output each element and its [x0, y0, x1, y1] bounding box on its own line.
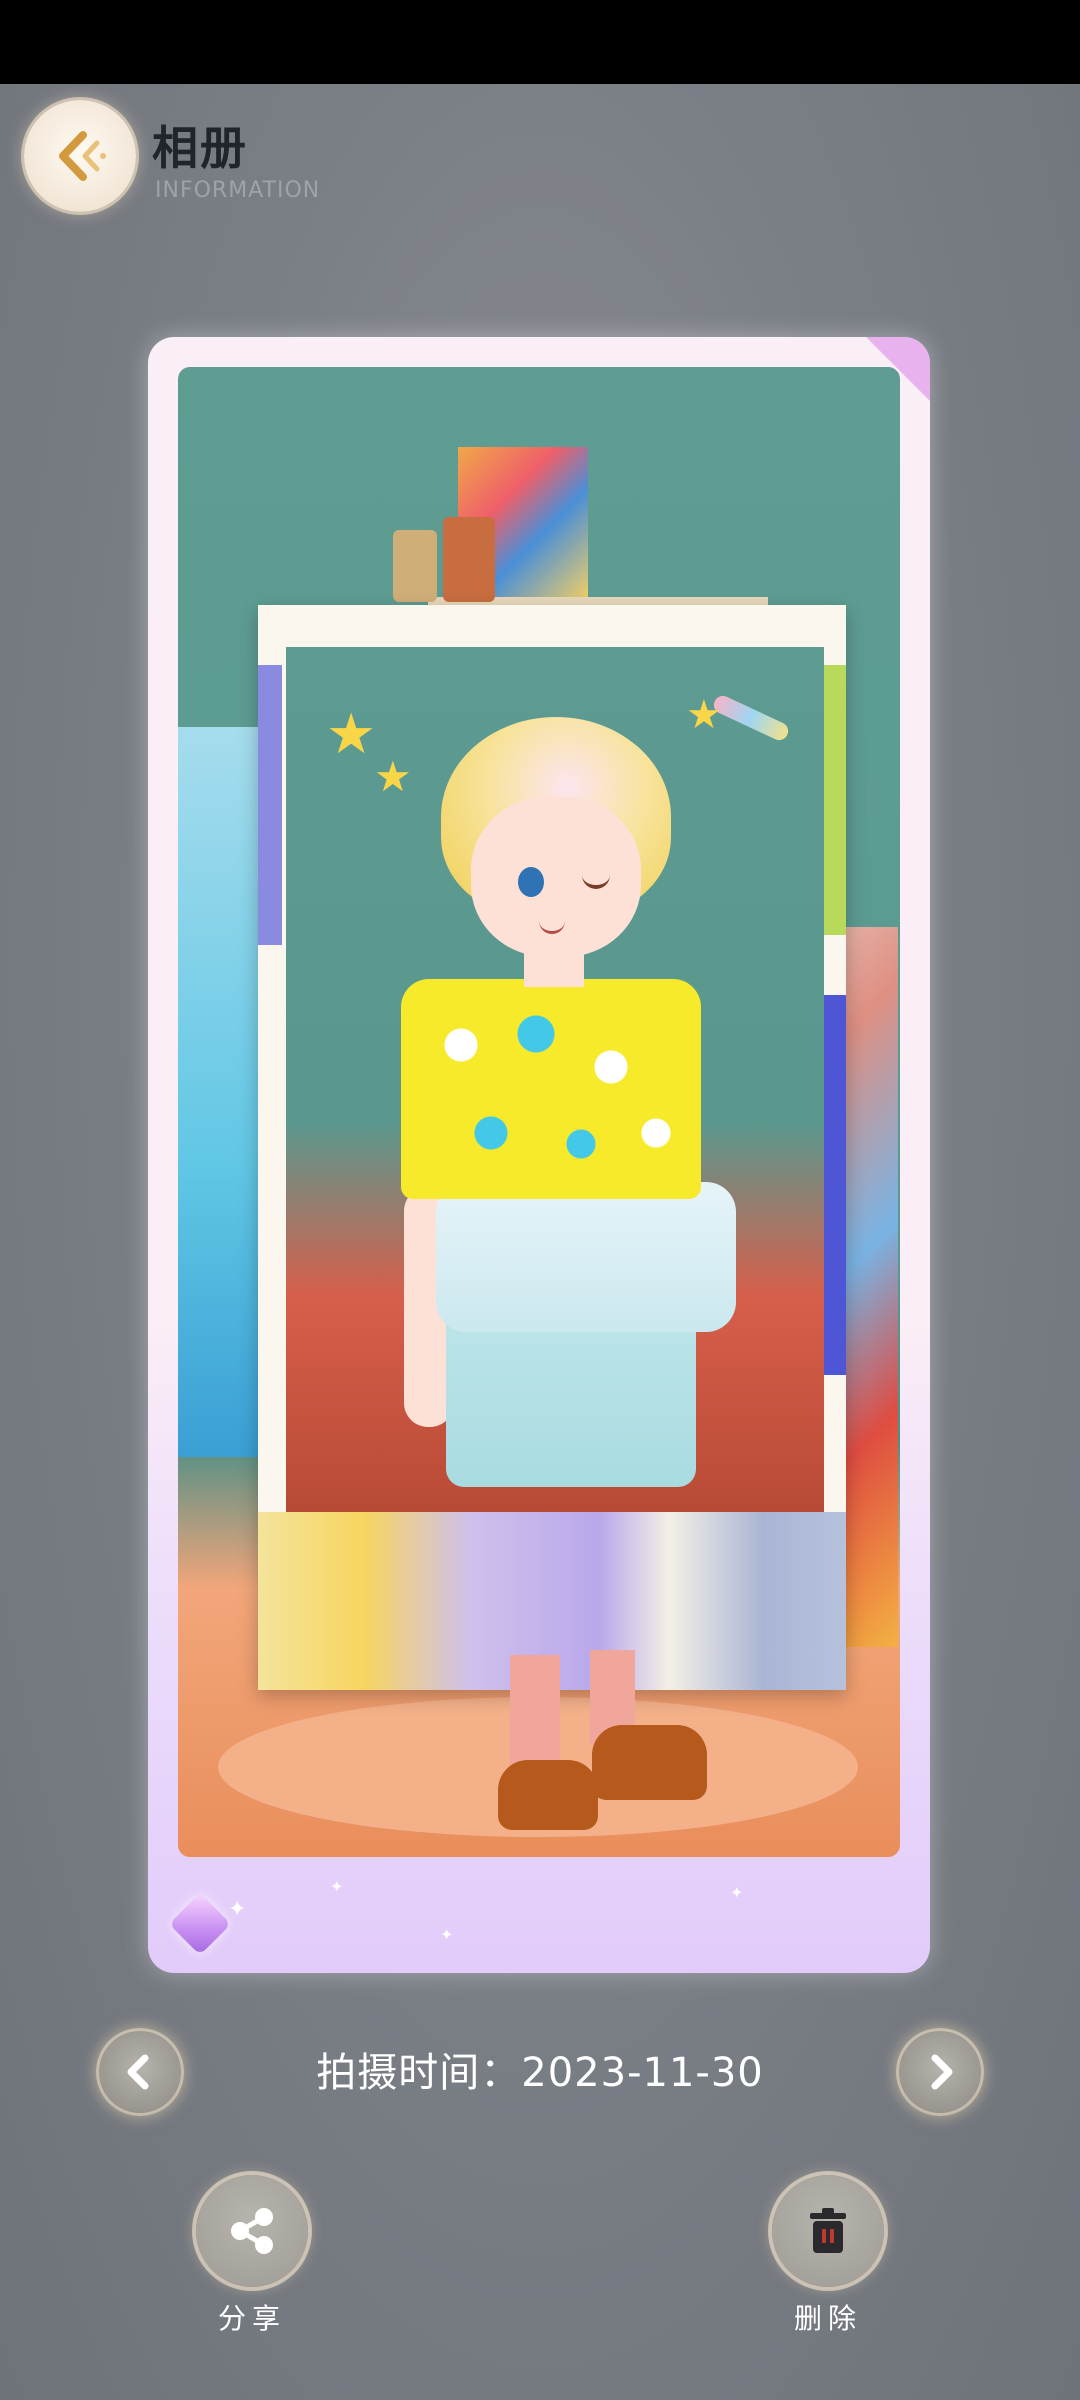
date-row: 拍摄时间：2023-11-30	[90, 2028, 990, 2118]
frame-stripe	[822, 995, 846, 1375]
delete-label: 删除	[793, 2302, 862, 2335]
next-photo-button[interactable]	[896, 2028, 984, 2116]
character: ★ ★ ★	[286, 647, 824, 1512]
character-shoe	[498, 1760, 598, 1830]
back-button[interactable]	[24, 100, 136, 212]
character-photo: ★ ★ ★	[286, 647, 824, 1512]
character-shoe	[592, 1725, 707, 1800]
delete-button[interactable]: 删除	[763, 2175, 893, 2337]
character-jacket	[436, 1182, 736, 1332]
character-leg	[510, 1655, 560, 1765]
status-bar	[0, 0, 1080, 84]
shooting-star-tail	[710, 692, 792, 744]
header: 相册 INFORMATION	[0, 84, 1080, 244]
frame-stripe	[258, 665, 282, 945]
star-icon: ★	[326, 702, 377, 767]
capture-date: 拍摄时间：2023-11-30	[90, 2040, 990, 2098]
share-icon	[231, 2208, 273, 2254]
capture-date-label: 拍摄时间：	[316, 2050, 522, 2096]
delete-button-circle[interactable]	[772, 2175, 884, 2287]
share-label: 分享	[217, 2302, 286, 2335]
paint-jar	[443, 517, 495, 602]
sparkle-icon: ✦	[228, 1897, 247, 1922]
polaroid-frame: ★ ★ ★	[258, 605, 846, 1690]
paint-jar	[393, 530, 437, 602]
star-icon: ★	[374, 752, 412, 801]
share-button-circle[interactable]	[196, 2175, 308, 2287]
page-subtitle: INFORMATION	[155, 178, 321, 203]
character-shirt	[401, 979, 701, 1199]
sparkle-icon: ✦	[330, 1877, 344, 1896]
gem-icon	[168, 1892, 232, 1956]
character-eye	[518, 867, 544, 897]
share-button[interactable]: 分享	[187, 2175, 317, 2337]
back-chevron-icon	[59, 131, 106, 181]
sparkle-icon: ✦	[730, 1883, 744, 1902]
sparkle-icon: ✦	[440, 1925, 454, 1944]
capture-date-value: 2023-11-30	[521, 2050, 764, 2096]
chevron-right-icon	[931, 2054, 953, 2090]
trash-icon	[810, 2208, 846, 2253]
shooting-star-icon: ★	[686, 692, 722, 738]
page-title: 相册	[152, 121, 248, 175]
frame-stripe	[822, 665, 846, 935]
